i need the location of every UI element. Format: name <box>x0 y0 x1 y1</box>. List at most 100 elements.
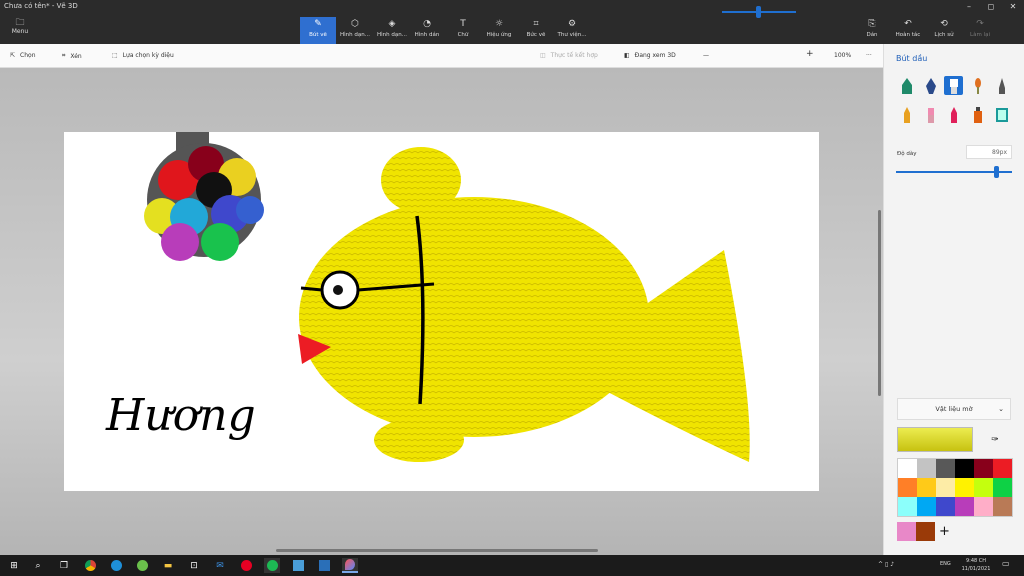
clock[interactable]: 9:48 CH 11/01/2021 <box>958 557 994 573</box>
tab-text[interactable]: T Chữ <box>450 17 476 44</box>
spray-can-icon <box>973 106 982 123</box>
color-swatch[interactable] <box>936 459 955 478</box>
language-indicator[interactable]: ENG <box>940 561 951 567</box>
taskbar-photos[interactable] <box>290 558 306 573</box>
tab-stickers[interactable]: ◔ Hình dán <box>411 17 443 44</box>
color-swatch[interactable] <box>917 459 936 478</box>
color-swatch[interactable] <box>898 497 917 516</box>
color-swatch[interactable] <box>955 459 974 478</box>
shapes-2d-icon: ⬡ <box>351 19 359 29</box>
select-button[interactable]: ⇱ Chọn <box>10 52 36 59</box>
network-icon: ▯ <box>884 561 889 568</box>
start-button[interactable]: ⊞ <box>6 558 22 573</box>
crop-button[interactable]: ⌗ Xén <box>62 52 82 60</box>
thickness-input[interactable]: 89px <box>966 145 1012 159</box>
canvas-icon: ⌗ <box>533 19 539 29</box>
pixel-pen[interactable] <box>992 76 1011 95</box>
custom-color-swatch[interactable] <box>897 522 916 541</box>
color-swatch[interactable] <box>936 478 955 497</box>
menu-button[interactable]: 🗀 Menu <box>6 18 34 35</box>
spray-can-brush[interactable] <box>968 105 987 124</box>
more-options-button[interactable]: ··· <box>866 52 872 59</box>
zoom-slider-thumb[interactable] <box>756 6 761 18</box>
taskbar-pinterest[interactable] <box>238 558 254 573</box>
maximize-button[interactable]: ◻ <box>980 0 1002 14</box>
tab-2d-shapes[interactable]: ⬡ Hình dạn... <box>337 17 373 44</box>
oil-brush[interactable] <box>944 76 963 95</box>
thickness-slider-thumb[interactable] <box>994 166 999 178</box>
color-swatch[interactable] <box>936 497 955 516</box>
shapes-3d-icon: ◈ <box>388 19 396 29</box>
taskbar-chrome[interactable] <box>82 558 98 573</box>
watercolor-brush[interactable] <box>968 76 987 95</box>
material-dropdown[interactable]: Vật liệu mờ ⌄ <box>897 398 1011 420</box>
options-bar: ⇱ Chọn ⌗ Xén ⬚ Lựa chọn kỳ diệu ◫ Thực t… <box>0 44 883 68</box>
taskbar-store[interactable]: ⊡ <box>186 558 202 573</box>
history-label: Lịch sử <box>934 32 954 38</box>
color-swatch[interactable] <box>955 478 974 497</box>
pencil-brush[interactable] <box>897 105 916 124</box>
color-swatch[interactable] <box>974 459 993 478</box>
drawing-canvas[interactable]: Hương <box>64 132 819 491</box>
task-view-button[interactable]: ❐ <box>56 558 72 573</box>
color-swatch[interactable] <box>917 478 936 497</box>
color-swatch[interactable] <box>974 497 993 516</box>
color-swatch[interactable] <box>955 497 974 516</box>
color-swatch[interactable] <box>993 478 1012 497</box>
color-swatch[interactable] <box>898 478 917 497</box>
tab-3d-shapes[interactable]: ◈ Hình dạn... <box>374 17 410 44</box>
calligraphy-brush[interactable] <box>921 76 940 95</box>
taskbar-spotify[interactable] <box>264 558 280 573</box>
notification-button[interactable]: ▭ <box>1002 559 1010 568</box>
taskbar-edge[interactable] <box>108 558 124 573</box>
photos-icon <box>292 560 304 571</box>
current-color-swatch[interactable] <box>897 427 973 452</box>
mixed-reality-button[interactable]: ◫ Thực tế kết hợp <box>540 52 598 59</box>
tab-canvas[interactable]: ⌗ Bức vẽ <box>522 17 550 44</box>
history-button[interactable]: ⟲ Lịch sử <box>930 17 958 44</box>
tab-label: Bút vẽ <box>309 32 327 38</box>
search-button[interactable]: ⌕ <box>30 558 46 573</box>
close-button[interactable]: ✕ <box>1002 0 1024 14</box>
tab-effects[interactable]: ☼ Hiệu ứng <box>484 17 514 44</box>
taskbar-paint3d[interactable] <box>342 558 358 573</box>
cursor-icon: ⇱ <box>10 52 16 59</box>
minimize-button[interactable]: – <box>958 0 980 14</box>
color-swatch[interactable] <box>993 459 1012 478</box>
custom-color-swatch[interactable] <box>916 522 935 541</box>
clock-time: 9:48 CH <box>965 558 987 564</box>
undo-button[interactable]: ↶ Hoàn tác <box>891 17 925 44</box>
eraser-brush[interactable] <box>921 105 940 124</box>
color-swatch[interactable] <box>917 497 936 516</box>
undo-icon: ↶ <box>904 19 912 29</box>
view-3d-button[interactable]: ◧ Đang xem 3D <box>624 52 676 59</box>
paste-button[interactable]: ⎘ Dán <box>861 17 883 44</box>
zoom-in-button[interactable]: + <box>806 49 814 59</box>
tray-icons[interactable]: ^ ▯ ♪ <box>878 561 894 568</box>
color-swatch[interactable] <box>898 459 917 478</box>
redo-button[interactable]: ↷ Làm lại <box>966 17 994 44</box>
eyedropper-button[interactable]: ✑ <box>979 427 1011 452</box>
app-icon <box>136 560 148 571</box>
magic-select-label: Lựa chọn kỳ diệu <box>122 52 174 59</box>
horizontal-scrollbar[interactable] <box>276 549 598 552</box>
taskbar-app-blue[interactable] <box>316 558 332 573</box>
tab-brushes[interactable]: ✎ Bút vẽ <box>300 17 336 44</box>
vertical-scrollbar[interactable] <box>878 210 881 396</box>
taskbar-mail[interactable]: ✉ <box>212 558 228 573</box>
tab-3d-library[interactable]: ⚙ Thư viện... <box>555 17 589 44</box>
color-swatch[interactable] <box>993 497 1012 516</box>
more-label: ··· <box>866 52 872 59</box>
text-icon: T <box>460 19 466 29</box>
color-swatch[interactable] <box>974 478 993 497</box>
zoom-out-button[interactable]: — <box>703 52 709 59</box>
magic-select-button[interactable]: ⬚ Lựa chọn kỳ diệu <box>112 52 174 59</box>
taskbar-app[interactable] <box>134 558 150 573</box>
fill-bucket[interactable] <box>992 105 1011 124</box>
taskbar-file-explorer[interactable]: ▬ <box>160 558 176 573</box>
marker-brush[interactable] <box>897 76 916 95</box>
windows-icon: ⊞ <box>10 560 18 571</box>
add-color-button[interactable]: + <box>935 522 954 541</box>
crayon-brush[interactable] <box>944 105 963 124</box>
fish-drawing <box>298 147 750 462</box>
